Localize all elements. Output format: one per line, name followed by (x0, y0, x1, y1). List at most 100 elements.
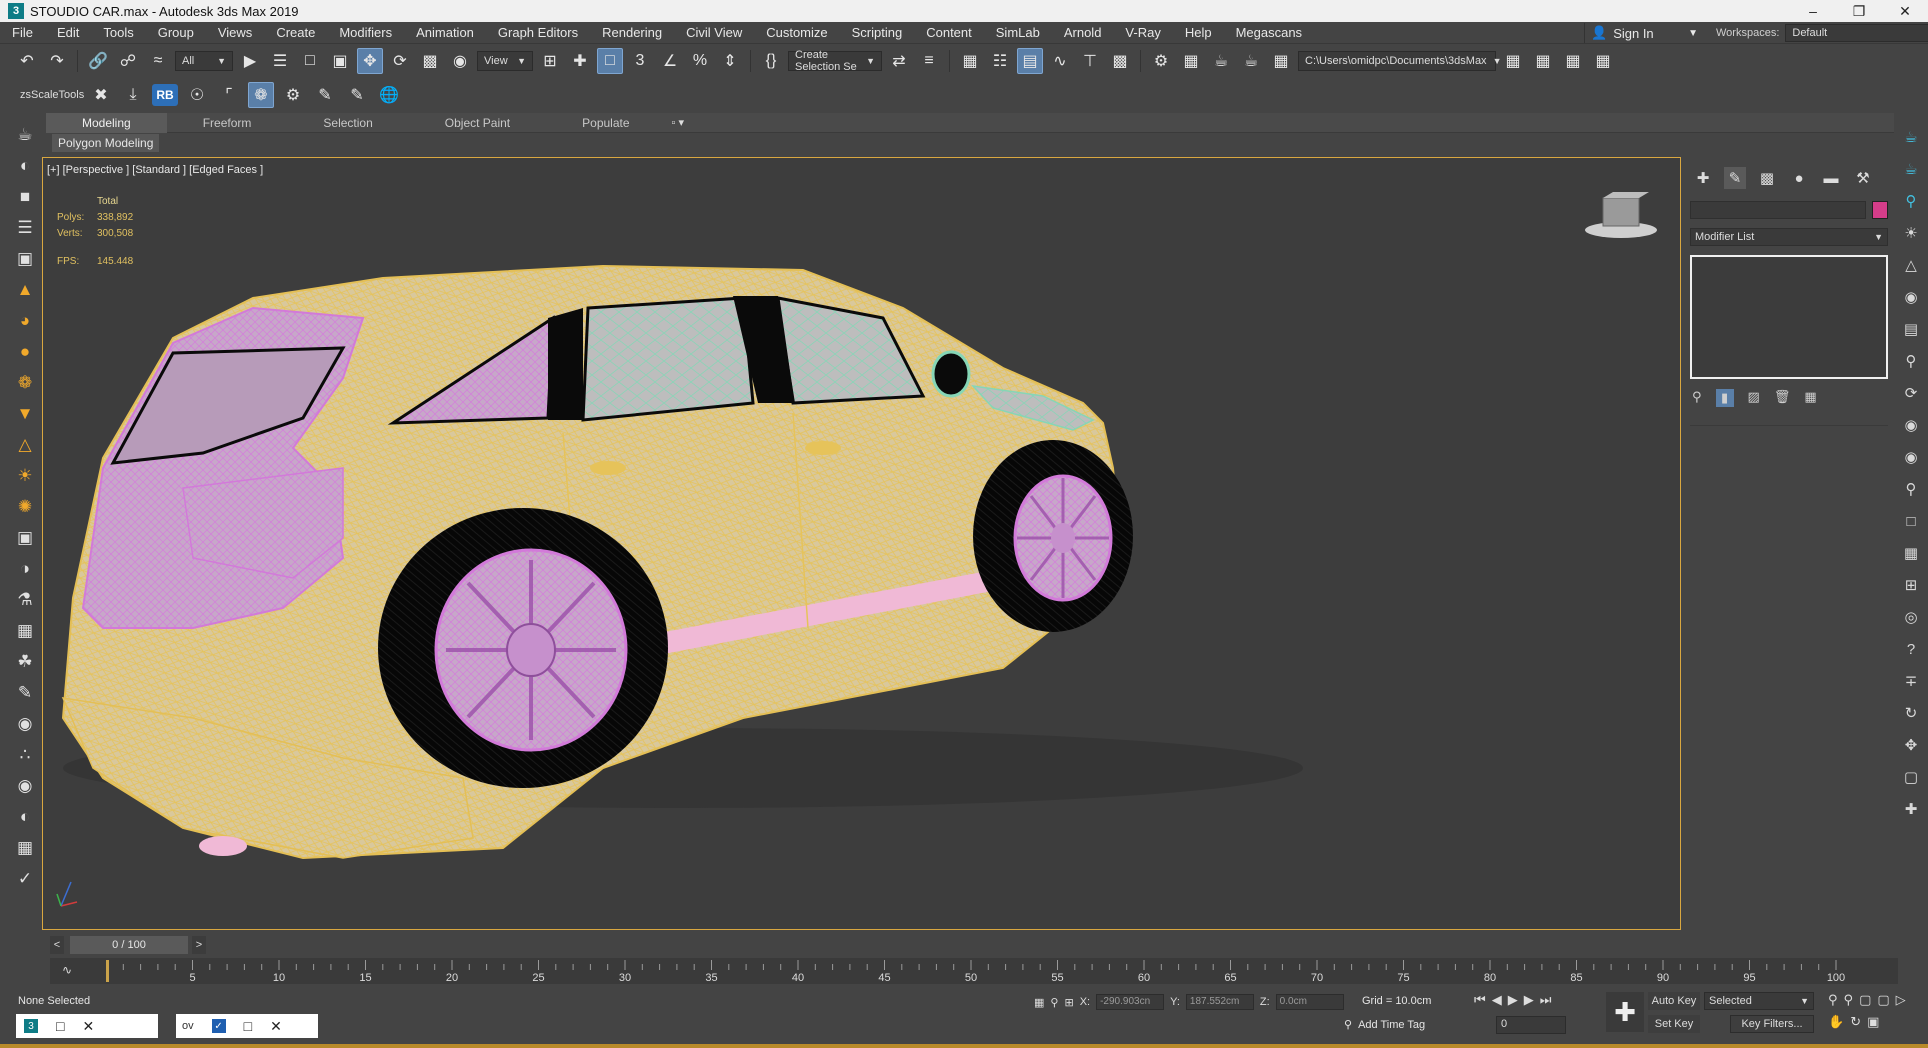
previous-frame-icon[interactable]: ◀ (1492, 992, 1502, 1008)
camera-icon[interactable]: ◉ (1900, 412, 1922, 438)
select-by-name-icon[interactable]: ☰ (267, 48, 293, 74)
track-bar[interactable]: ∿ 5 10 15 20 25 30 35 40 45 50 55 60 65 70 75 80 85 90 95 1… (50, 958, 1898, 984)
project-config-icon[interactable]: ▦ (1590, 48, 1616, 74)
render-production-icon[interactable]: ☕ (1208, 48, 1234, 74)
select-object-icon[interactable]: ▶ (237, 48, 263, 74)
hierarchy-tab-icon[interactable]: ▩ (1756, 167, 1778, 189)
render-setup-icon[interactable]: ⚙ (1148, 48, 1174, 74)
spot-icon[interactable]: ▼ (13, 401, 37, 427)
menu-tools[interactable]: Tools (91, 25, 145, 40)
next-frame-icon[interactable]: ▶ (1524, 992, 1534, 1008)
current-frame-marker[interactable] (106, 960, 109, 982)
scale-icon[interactable]: ▩ (417, 48, 443, 74)
menu-group[interactable]: Group (146, 25, 206, 40)
render-elements-icon[interactable]: ▦ (13, 835, 37, 861)
monitor-icon[interactable]: ▦ (1900, 540, 1922, 566)
axis-icon[interactable]: ∓ (1900, 668, 1922, 694)
tab-modeling[interactable]: Modeling (46, 112, 167, 133)
align-icon[interactable]: ≡ (916, 48, 942, 74)
teapot-icon[interactable]: ☕ (13, 122, 37, 148)
close-icon[interactable]: ✕ (270, 1018, 282, 1035)
menu-animation[interactable]: Animation (404, 25, 486, 40)
maximize-viewport-icon[interactable]: ▣ (1867, 1014, 1879, 1030)
sky-icon[interactable]: ✺ (13, 494, 37, 520)
chat-icon[interactable]: ◉ (1900, 444, 1922, 470)
light-icon[interactable]: ⚲ (1900, 476, 1922, 502)
render-frame-icon[interactable]: ☕ (1900, 156, 1922, 182)
close-icon[interactable]: ✕ (1882, 0, 1928, 22)
zoom-extents-icon[interactable]: ▢ (1859, 992, 1871, 1008)
geometry-icon[interactable]: ◐ (13, 153, 37, 179)
script-icon[interactable]: ✎ (312, 82, 338, 108)
move-icon[interactable]: ✥ (357, 48, 383, 74)
object-name-field[interactable] (1690, 201, 1866, 219)
scene-explorer-icon[interactable]: ▦ (957, 48, 983, 74)
set-keys-icon[interactable]: ✚ (1606, 992, 1644, 1032)
zoom-all-icon[interactable]: ⚲ (1844, 992, 1854, 1008)
render-iterative-icon[interactable]: ☕ (1238, 48, 1264, 74)
layer-explorer-icon[interactable]: ☷ (987, 48, 1013, 74)
edit-named-selection-icon[interactable]: {} (758, 48, 784, 74)
toggle-ribbon-icon[interactable]: ▤ (1017, 48, 1043, 74)
configure-sets-icon[interactable]: ▦ (1804, 389, 1816, 407)
pivot-icon[interactable]: ☉ (184, 82, 210, 108)
motion-tab-icon[interactable]: ● (1788, 167, 1810, 189)
grass-icon[interactable]: ☘ (13, 649, 37, 675)
menu-modifiers[interactable]: Modifiers (327, 25, 404, 40)
z-coordinate-field[interactable]: 0.0cm (1275, 994, 1344, 1010)
camera-icon[interactable]: ▣ (13, 246, 37, 272)
x-coordinate-field[interactable]: -290.903cn (1096, 994, 1165, 1010)
viewcube-icon[interactable] (1583, 192, 1659, 242)
window-crossing-icon[interactable]: ▣ (327, 48, 353, 74)
cone-icon[interactable]: △ (1900, 252, 1922, 278)
disc-icon[interactable]: ◎ (1900, 604, 1922, 630)
menu-megascans[interactable]: Megascans (1224, 25, 1314, 40)
bulb-icon[interactable]: ⚲ (1900, 188, 1922, 214)
pin-stack-icon[interactable]: ⚲ (1692, 389, 1702, 407)
menu-rendering[interactable]: Rendering (590, 25, 674, 40)
absolute-mode-icon[interactable]: ⊞ (1064, 996, 1073, 1009)
menu-vray[interactable]: V-Ray (1113, 25, 1172, 40)
rb-button[interactable]: RB (152, 84, 178, 106)
taskbar-vray[interactable]: ov ✓ □ ✕ (176, 1014, 318, 1038)
pivot-center-icon[interactable]: ⊞ (537, 48, 563, 74)
orbit-icon[interactable]: ↻ (1850, 1014, 1861, 1030)
schematic-view-icon[interactable]: ⊤ (1077, 48, 1103, 74)
tab-object-paint[interactable]: Object Paint (409, 113, 546, 133)
document-icon[interactable]: ▤ (1900, 316, 1922, 342)
sun-icon[interactable]: ☀ (1900, 220, 1922, 246)
script-run-icon[interactable]: ✎ (344, 82, 370, 108)
current-frame-field[interactable]: 0 (1496, 1016, 1566, 1034)
make-unique-icon[interactable]: ▨ (1748, 389, 1760, 407)
transform-icon[interactable]: ✚ (1900, 796, 1922, 822)
project-folder-dropdown[interactable]: C:\Users\omidpc\Documents\3dsMax ▼ (1298, 51, 1501, 71)
lock-icon[interactable]: ⚲ (1900, 348, 1922, 374)
sign-in-button[interactable]: 👤 Sign In ▼ (1584, 23, 1704, 43)
menu-views[interactable]: Views (206, 25, 264, 40)
restore-icon[interactable]: ❐ (1836, 0, 1882, 22)
sun-icon[interactable]: ☀ (13, 463, 37, 489)
menu-civil-view[interactable]: Civil View (674, 25, 754, 40)
pan-icon[interactable]: ✥ (1900, 732, 1922, 758)
lock-icon[interactable]: ⚲ (1050, 996, 1058, 1009)
scale-tool-icon[interactable]: ✖ (88, 82, 114, 108)
tag-icon[interactable]: ◉ (1900, 284, 1922, 310)
object-color-swatch[interactable] (1872, 201, 1888, 219)
rotate-icon[interactable]: ⟳ (387, 48, 413, 74)
restore-icon[interactable]: □ (56, 1018, 64, 1034)
project-folder-icon[interactable]: ▦ (1560, 48, 1586, 74)
menu-customize[interactable]: Customize (754, 25, 839, 40)
y-coordinate-field[interactable]: 187.552cm (1185, 994, 1254, 1010)
menu-create[interactable]: Create (264, 25, 327, 40)
mirror-icon[interactable]: ⇄ (886, 48, 912, 74)
time-slider[interactable]: < 0 / 100 > (50, 936, 1898, 954)
vray-icon[interactable]: ✓ (13, 866, 37, 892)
utilities-tab-icon[interactable]: ⚒ (1852, 167, 1874, 189)
key-filters-button[interactable]: Key Filters... (1730, 1015, 1814, 1033)
material-icon[interactable]: ◉ (13, 711, 37, 737)
sphere-icon[interactable]: ● (13, 339, 37, 365)
angle-snap-icon[interactable]: ∠ (657, 48, 683, 74)
pan-icon[interactable]: ✋ (1828, 1014, 1844, 1030)
env-icon[interactable]: ◐ (13, 804, 37, 830)
menu-scripting[interactable]: Scripting (840, 25, 915, 40)
